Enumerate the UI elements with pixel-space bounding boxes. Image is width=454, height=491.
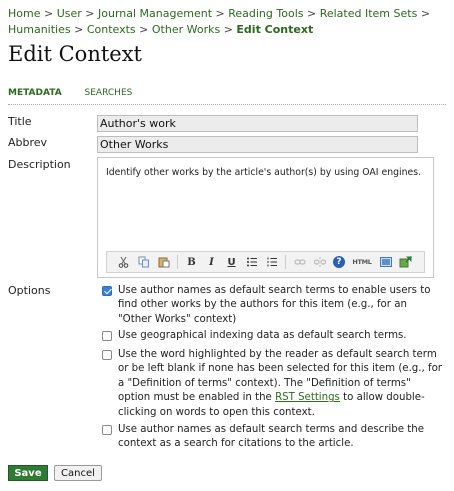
option-checkbox-geographical[interactable] <box>102 331 112 341</box>
abbrev-label: Abbrev <box>8 136 48 149</box>
html-icon[interactable]: HTML <box>352 256 372 269</box>
breadcrumb-current: Edit Context <box>236 23 314 36</box>
copy-icon[interactable] <box>137 256 150 269</box>
title-field[interactable]: Author's work <box>97 115 418 132</box>
breadcrumb-separator: > <box>223 23 233 36</box>
numbered-list-icon[interactable] <box>265 256 278 269</box>
breadcrumb-journal-management[interactable]: Journal Management <box>98 7 212 20</box>
help-icon[interactable]: ? <box>333 256 345 268</box>
title-label: Title <box>8 115 32 128</box>
option-geographical: Use geographical indexing data as defaul… <box>102 329 442 343</box>
breadcrumb: Home > User > Journal Management > Readi… <box>8 6 448 38</box>
tab-searches[interactable]: Searches <box>85 88 133 98</box>
breadcrumb-separator: > <box>43 7 54 20</box>
bold-icon[interactable]: B <box>185 256 198 269</box>
description-text[interactable]: Identify other works by the article's au… <box>106 166 425 179</box>
breadcrumb-humanities[interactable]: Humanities <box>8 23 71 36</box>
paste-icon[interactable] <box>157 256 170 269</box>
option-text: Use the word highlighted by the reader a… <box>118 348 442 420</box>
option-checkbox-author-names[interactable] <box>102 286 112 296</box>
insert-icon[interactable] <box>399 255 412 269</box>
breadcrumb-separator: > <box>74 23 84 36</box>
breadcrumb-separator: > <box>85 7 95 20</box>
breadcrumb-separator: > <box>215 7 225 20</box>
bullet-list-icon[interactable] <box>245 256 258 269</box>
save-button[interactable]: Save <box>8 465 48 481</box>
option-citations: Use author names as default search terms… <box>102 423 442 452</box>
option-text: Use author names as default search terms… <box>118 285 431 325</box>
option-author-names: Use author names as default search terms… <box>102 284 442 327</box>
tab-bar: Metadata Searches <box>8 88 152 98</box>
breadcrumb-separator: > <box>420 7 431 20</box>
breadcrumb-related-item-sets[interactable]: Related Item Sets <box>320 7 418 20</box>
italic-icon[interactable]: I <box>205 256 218 269</box>
option-highlighted-word: Use the word highlighted by the reader a… <box>102 348 442 420</box>
toolbar-divider <box>177 255 178 269</box>
breadcrumb-separator: > <box>139 23 149 36</box>
breadcrumb-reading-tools[interactable]: Reading Tools <box>228 7 303 20</box>
underline-icon[interactable]: U <box>225 256 238 269</box>
tab-metadata[interactable]: Metadata <box>8 88 62 98</box>
toolbar-divider <box>285 255 286 269</box>
cancel-button[interactable]: Cancel <box>54 465 102 481</box>
option-text: Use geographical indexing data as defaul… <box>118 330 407 341</box>
breadcrumb-separator: > <box>306 7 317 20</box>
tab-divider <box>8 104 446 105</box>
page-title: Edit Context <box>8 42 142 66</box>
unlink-icon[interactable] <box>313 256 326 269</box>
description-editor[interactable]: Identify other works by the article's au… <box>97 157 434 278</box>
option-checkbox-citations[interactable] <box>102 425 112 435</box>
options-label: Options <box>8 284 51 297</box>
image-icon[interactable] <box>379 256 392 269</box>
breadcrumb-contexts[interactable]: Contexts <box>87 23 136 36</box>
option-checkbox-highlighted-word[interactable] <box>102 350 112 360</box>
editor-toolbar: B I U ? HTML <box>106 251 425 273</box>
cut-icon[interactable] <box>117 256 130 269</box>
link-icon[interactable] <box>293 256 306 269</box>
option-text: Use author names as default search terms… <box>118 424 424 450</box>
rst-settings-link[interactable]: RST Settings <box>275 392 340 403</box>
breadcrumb-user[interactable]: User <box>57 7 82 20</box>
abbrev-field[interactable]: Other Works <box>97 136 418 153</box>
breadcrumb-other-works[interactable]: Other Works <box>152 23 220 36</box>
breadcrumb-home[interactable]: Home <box>8 7 40 20</box>
description-label: Description <box>8 158 71 171</box>
